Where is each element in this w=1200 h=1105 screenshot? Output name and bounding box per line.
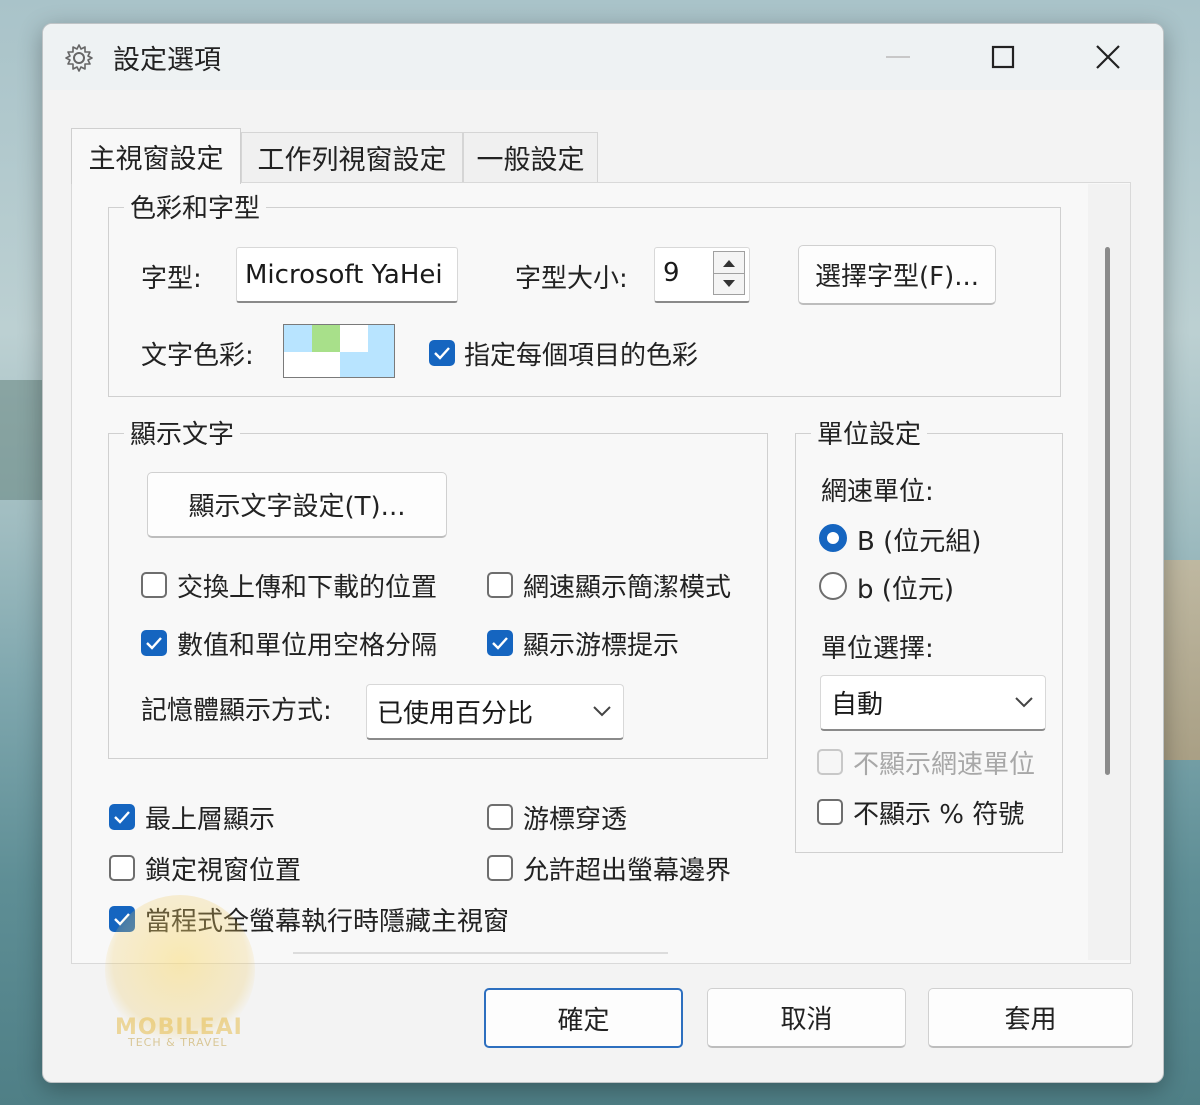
lock-position-checkbox[interactable] [109,855,135,881]
close-icon [1096,45,1120,69]
font-size-label: 字型大小: [515,264,628,294]
tab-label: 一般設定 [476,145,585,176]
watermark-tagline: TECH & TRAVEL [128,1036,228,1049]
memory-display-value: 已使用百分比 [377,699,534,729]
swatch-cell [340,352,394,377]
topmost-checkbox[interactable] [109,804,135,830]
swatch-cell [340,325,368,352]
tab-taskbar-window[interactable]: 工作列視窗設定 [241,132,463,182]
minimize-button[interactable] [858,24,938,90]
byte-unit-label: B (位元組) [857,527,982,557]
chevron-down-icon [593,705,611,716]
font-size-stepper[interactable]: 9 [654,247,750,303]
chevron-down-icon [1015,696,1033,707]
lock-position-label: 鎖定視窗位置 [145,856,302,886]
swap-upload-download-label: 交換上傳和下載的位置 [177,573,438,603]
maximize-icon [991,45,1015,69]
tab-main-window[interactable]: 主視窗設定 [71,128,241,184]
memory-display-dropdown[interactable]: 已使用百分比 [366,684,624,740]
hide-percent-checkbox[interactable] [817,799,843,825]
vertical-scrollbar[interactable] [1088,184,1130,960]
window-title: 設定選項 [113,45,221,76]
tab-label: 主視窗設定 [88,144,224,175]
color-font-legend: 色彩和字型 [124,188,267,225]
stepper-up-button[interactable] [714,252,744,274]
byte-unit-radio[interactable] [819,524,847,552]
minimize-icon [886,56,910,58]
ok-label: 確定 [557,1005,610,1036]
display-text-legend: 顯示文字 [124,414,241,451]
tab-label: 工作列視窗設定 [257,145,447,176]
simple-mode-checkbox[interactable] [487,572,513,598]
background-shore-left [0,380,45,500]
swap-upload-download-checkbox[interactable] [141,572,167,598]
show-tooltip-label: 顯示游標提示 [523,631,680,661]
simple-mode-label: 網速顯示簡潔模式 [523,573,732,603]
allow-offscreen-checkbox[interactable] [487,855,513,881]
stepper-down-button[interactable] [714,273,744,294]
text-color-label: 文字色彩: [141,341,254,371]
apply-label: 套用 [1004,1005,1057,1035]
per-item-color-label: 指定每個項目的色彩 [464,341,699,371]
memory-display-label: 記憶體顯示方式: [141,696,332,726]
unit-settings-legend: 單位設定 [811,414,928,451]
triangle-up-icon [723,259,735,267]
display-text-settings-label: 顯示文字設定(T)... [188,492,406,522]
gear-icon [65,44,93,72]
clipped-control-edge [293,952,668,954]
mouse-through-label: 游標穿透 [523,805,628,835]
hide-speed-unit-checkbox[interactable] [817,749,843,775]
bit-unit-radio[interactable] [819,572,847,600]
unit-select-label: 單位選擇: [821,634,934,664]
allow-offscreen-label: 允許超出螢幕邊界 [523,856,732,886]
unit-select-value: 自動 [831,690,884,720]
hide-percent-label: 不顯示 % 符號 [853,800,1025,830]
checkmark-icon [492,637,508,650]
space-separator-checkbox[interactable] [141,630,167,656]
swatch-cell [284,352,340,377]
choose-font-label: 選擇字型(F)... [814,262,980,292]
font-name-field[interactable]: Microsoft YaHei [236,247,458,303]
topmost-label: 最上層顯示 [145,805,276,835]
checkmark-icon [114,811,130,824]
choose-font-button[interactable]: 選擇字型(F)... [798,245,996,305]
apply-button[interactable]: 套用 [928,988,1133,1048]
bit-unit-label: b (位元) [857,575,955,605]
hide-speed-unit-label: 不顯示網速單位 [853,750,1036,780]
checkmark-icon [434,347,450,360]
show-tooltip-checkbox[interactable] [487,630,513,656]
cancel-label: 取消 [780,1005,833,1035]
checkmark-icon [146,637,162,650]
cancel-button[interactable]: 取消 [707,988,906,1048]
maximize-button[interactable] [963,24,1043,90]
swatch-cell [368,325,394,352]
font-label: 字型: [141,264,202,294]
tab-general[interactable]: 一般設定 [463,132,598,182]
stepper-buttons [713,251,745,295]
per-item-color-checkbox[interactable] [429,340,455,366]
swatch-cell [312,325,340,352]
text-color-swatch[interactable] [283,324,395,378]
scrollbar-thumb[interactable] [1105,247,1110,775]
unit-select-dropdown[interactable]: 自動 [820,675,1046,731]
ok-button[interactable]: 確定 [484,988,683,1048]
close-button[interactable] [1068,24,1148,90]
triangle-down-icon [723,279,735,287]
speed-unit-label: 網速單位: [821,477,934,507]
display-text-settings-button[interactable]: 顯示文字設定(T)... [147,472,447,538]
space-separator-label: 數值和單位用空格分隔 [177,631,438,661]
font-size-value: 9 [663,258,680,288]
mouse-through-checkbox[interactable] [487,804,513,830]
swatch-cell [284,325,312,352]
font-name-value: Microsoft YaHei [245,259,443,290]
title-bar: 設定選項 [43,24,1163,90]
